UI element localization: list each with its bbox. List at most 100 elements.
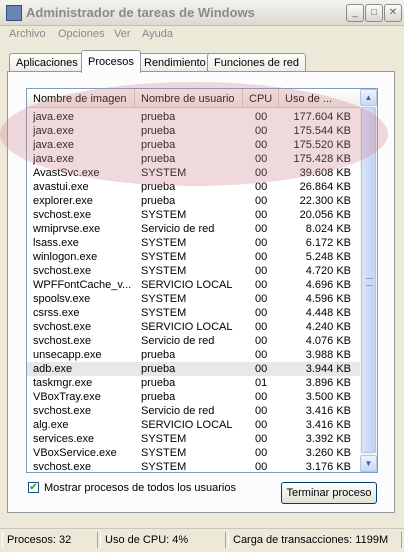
table-row[interactable]: adb.exe prueba 00 3.944 KB [27,362,361,376]
process-image-name: csrss.exe [33,307,80,319]
process-cpu: 00 [255,433,268,445]
table-row[interactable]: lsass.exe SYSTEM 00 6.172 KB [27,236,361,250]
process-rows: java.exe prueba 00 177.604 KB java.exe prueba… [27,110,361,473]
process-cpu: 00 [255,125,268,137]
process-user-name: Servicio de red [141,223,215,235]
table-row[interactable]: WPFFontCache_v... SERVICIO LOCAL 00 4.696 K… [27,278,361,292]
process-user-name: SYSTEM [141,307,187,319]
process-memory: 3.260 KB [305,447,351,459]
show-all-users-label[interactable]: Mostrar procesos de todos los usuarios [44,482,236,494]
process-memory: 4.596 KB [305,293,351,305]
table-row[interactable]: unsecapp.exe prueba 00 3.988 KB [27,348,361,362]
process-memory: 175.520 KB [293,139,352,151]
close-button[interactable]: ✕ [384,4,402,22]
process-memory: 3.944 KB [305,363,351,375]
menu-archivo[interactable]: Archivo [9,28,46,40]
process-memory: 177.604 KB [293,111,352,123]
process-memory: 26.864 KB [299,181,351,193]
process-cpu: 00 [255,111,268,123]
process-image-name: lsass.exe [33,237,79,249]
checkbox-checkmark-icon[interactable]: ✔ [28,482,39,493]
column-header-image-name[interactable]: Nombre de imagen [27,89,135,108]
process-list[interactable]: Nombre de imagen Nombre de usuario CPU U… [26,88,378,473]
process-cpu: 00 [255,237,268,249]
table-row[interactable]: csrss.exe SYSTEM 00 4.448 KB [27,306,361,320]
process-list-header: Nombre de imagen Nombre de usuario CPU U… [27,89,361,109]
table-row[interactable]: AvastSvc.exe SYSTEM 00 39.608 KB [27,166,361,180]
menu-opciones[interactable]: Opciones [58,28,104,40]
process-memory: 6.172 KB [305,237,351,249]
tab-rendimiento[interactable]: Rendimiento [137,53,213,72]
menu-ayuda[interactable]: Ayuda [142,28,173,40]
process-cpu: 00 [255,223,268,235]
table-row[interactable]: VBoxService.exe SYSTEM 00 3.260 KB [27,446,361,460]
window-title: Administrador de tareas de Windows [26,5,255,20]
process-user-name: SERVICIO LOCAL [141,321,233,333]
process-image-name: unsecapp.exe [33,349,102,361]
process-image-name: svchost.exe [33,321,92,333]
tab-funciones-de-red[interactable]: Funciones de red [207,53,306,72]
scrollbar-grip-icon [366,278,373,286]
process-memory: 20.056 KB [299,209,351,221]
maximize-button[interactable]: □ [365,4,383,22]
process-image-name: java.exe [33,125,74,137]
table-row[interactable]: svchost.exe Servicio de red 00 3.416 KB [27,404,361,418]
table-row[interactable]: java.exe prueba 00 177.604 KB [27,110,361,124]
process-memory: 3.176 KB [305,461,351,473]
process-image-name: services.exe [33,433,95,445]
tab-procesos[interactable]: Procesos [81,50,141,73]
process-image-name: svchost.exe [33,265,92,277]
column-header-user-name[interactable]: Nombre de usuario [135,89,243,108]
process-image-name: svchost.exe [33,461,92,473]
task-manager-app-icon [6,5,22,21]
column-header-cpu[interactable]: CPU [243,89,279,108]
process-memory: 3.896 KB [305,377,351,389]
table-row[interactable]: alg.exe SERVICIO LOCAL 00 3.416 KB [27,418,361,432]
process-cpu: 00 [255,405,268,417]
table-row[interactable]: VBoxTray.exe prueba 00 3.500 KB [27,390,361,404]
table-row[interactable]: wmiprvse.exe Servicio de red 00 8.024 KB [27,222,361,236]
process-cpu: 00 [255,363,268,375]
process-cpu: 00 [255,181,268,193]
process-memory: 4.696 KB [305,279,351,291]
status-commit-charge: Carga de transacciones: 1199M [228,532,402,548]
table-row[interactable]: avastui.exe prueba 00 26.864 KB [27,180,361,194]
table-row[interactable]: svchost.exe SERVICIO LOCAL 00 4.240 KB [27,320,361,334]
table-row[interactable]: java.exe prueba 00 175.428 KB [27,152,361,166]
process-cpu: 00 [255,391,268,403]
scrollbar-thumb[interactable] [361,107,376,453]
process-image-name: spoolsv.exe [33,293,91,305]
process-cpu: 00 [255,139,268,151]
scroll-up-arrow-icon[interactable]: ▲ [360,89,377,106]
end-process-button[interactable]: Terminar proceso [281,482,377,504]
process-memory: 3.416 KB [305,419,351,431]
process-image-name: VBoxTray.exe [33,391,101,403]
table-row[interactable]: svchost.exe Servicio de red 00 4.076 KB [27,334,361,348]
table-row[interactable]: services.exe SYSTEM 00 3.392 KB [27,432,361,446]
scroll-down-arrow-icon[interactable]: ▼ [360,455,377,472]
table-row[interactable]: svchost.exe SYSTEM 00 3.176 KB [27,460,361,473]
table-row[interactable]: taskmgr.exe prueba 01 3.896 KB [27,376,361,390]
process-image-name: VBoxService.exe [33,447,117,459]
vertical-scrollbar[interactable]: ▲ ▼ [360,89,377,472]
process-memory: 5.248 KB [305,251,351,263]
tab-aplicaciones[interactable]: Aplicaciones [9,53,85,72]
tab-strip: Aplicaciones Procesos Rendimiento Funcio… [7,50,401,73]
process-image-name: adb.exe [33,363,73,375]
process-image-name: avastui.exe [33,181,89,193]
table-row[interactable]: winlogon.exe SYSTEM 00 5.248 KB [27,250,361,264]
menu-ver[interactable]: Ver [114,28,131,40]
table-row[interactable]: java.exe prueba 00 175.520 KB [27,138,361,152]
table-row[interactable]: java.exe prueba 00 175.544 KB [27,124,361,138]
title-bar[interactable]: Administrador de tareas de Windows _ □ ✕ [0,0,404,26]
table-row[interactable]: explorer.exe prueba 00 22.300 KB [27,194,361,208]
minimize-button[interactable]: _ [346,4,364,22]
process-image-name: wmiprvse.exe [33,223,101,235]
table-row[interactable]: svchost.exe SYSTEM 00 4.720 KB [27,264,361,278]
table-row[interactable]: svchost.exe SYSTEM 00 20.056 KB [27,208,361,222]
process-user-name: SYSTEM [141,433,187,445]
table-row[interactable]: spoolsv.exe SYSTEM 00 4.596 KB [27,292,361,306]
column-header-memory[interactable]: Uso de ... [279,89,361,108]
process-memory: 3.988 KB [305,349,351,361]
process-cpu: 00 [255,279,268,291]
